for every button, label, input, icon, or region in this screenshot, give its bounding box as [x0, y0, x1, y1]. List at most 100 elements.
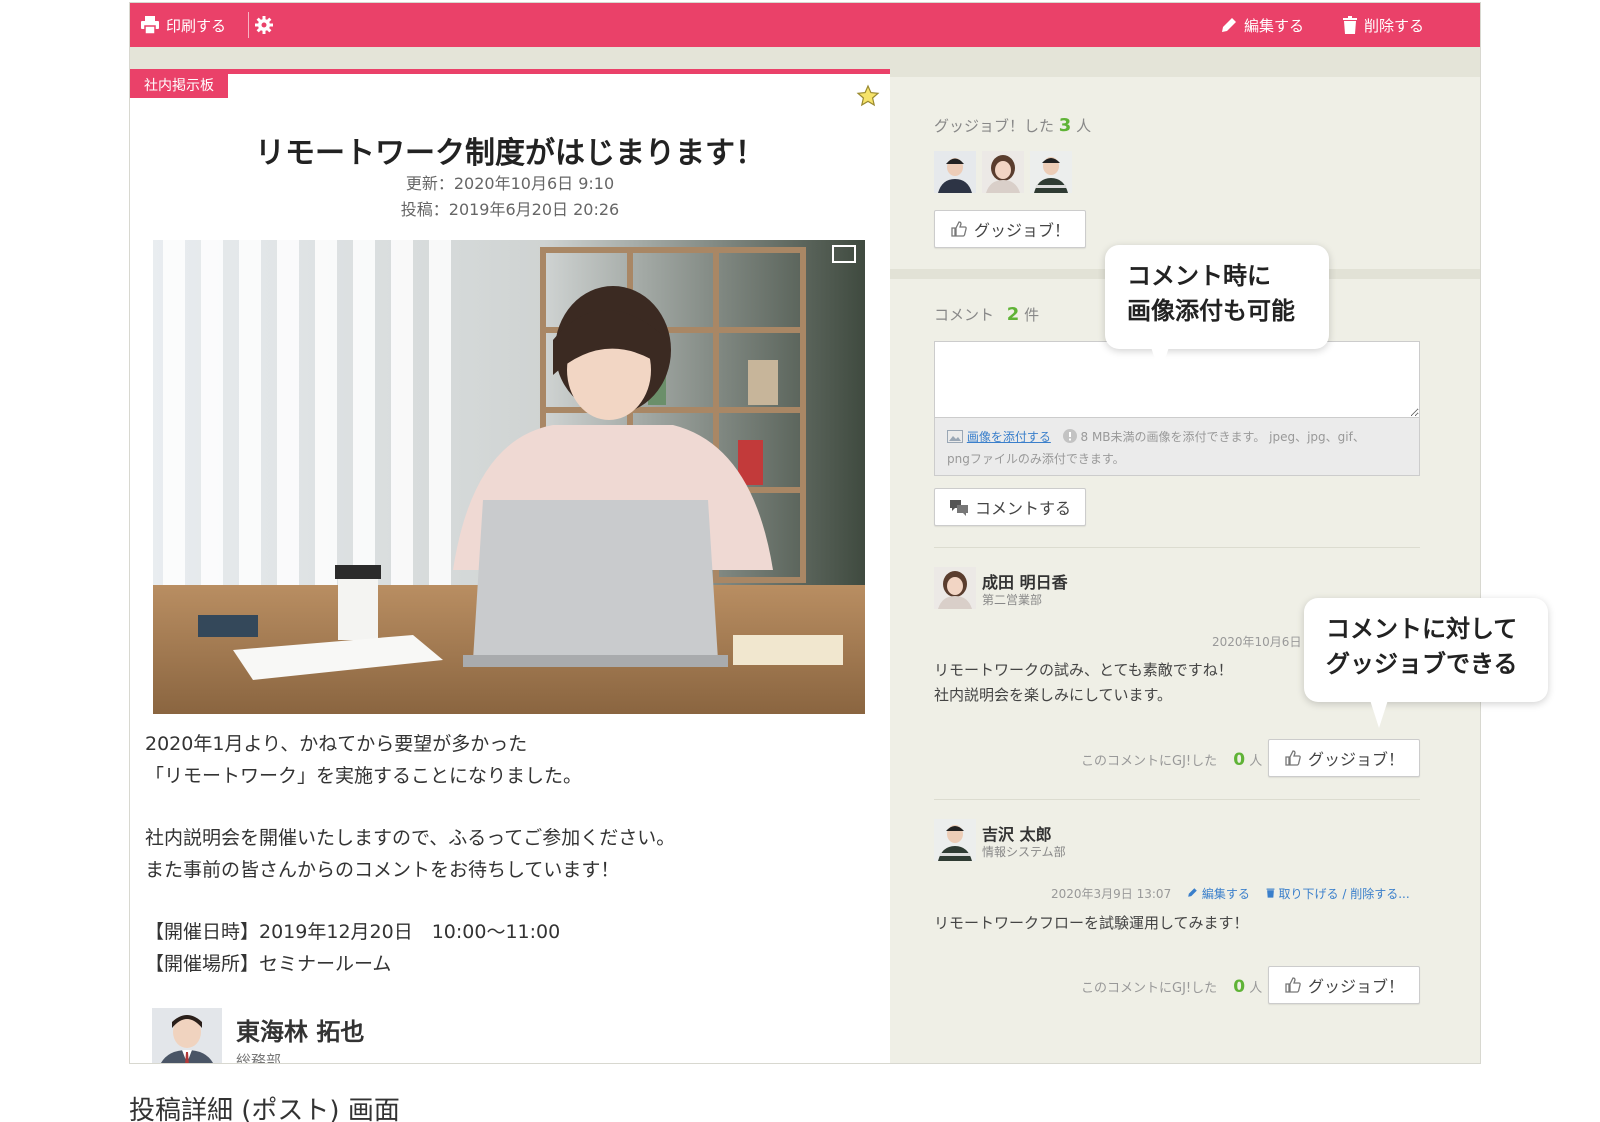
comment-goodjob-button-label: グッジョブ！	[1307, 750, 1404, 769]
callout-line: 画像添付も可能	[1127, 297, 1295, 325]
post-body-line: 【開催日時】2019年12月20日 10:00～11:00	[145, 921, 561, 943]
attach-image-link[interactable]: 画像を添付する	[967, 430, 1051, 444]
post-updated-date: 更新：2020年10月6日 9:10	[405, 174, 615, 193]
author-name[interactable]: 東海林 拓也	[236, 1012, 364, 1047]
comments-label: コメント	[934, 306, 995, 324]
goodjob-user-avatar[interactable]	[982, 151, 1024, 193]
comment-goodjob-summary: このコメントにGJ!した 0 人	[1081, 977, 1262, 997]
comment-text-line: 社内説明会を楽しみにしています。	[934, 686, 1173, 704]
goodjob-summary: グッジョブ！した 3 人	[934, 115, 1091, 136]
pencil-icon	[1188, 888, 1197, 897]
callout-tail	[1370, 700, 1388, 728]
toolbar-divider	[248, 12, 249, 38]
goodjob-unit: 人	[1076, 117, 1092, 135]
comment-divider	[934, 799, 1420, 800]
author-avatar[interactable]	[152, 1008, 222, 1063]
trash-icon	[1266, 888, 1275, 898]
post-body-line: また事前の皆さんからのコメントをお待ちしています！	[145, 859, 620, 881]
commenter-department: 情報システム部	[982, 845, 1066, 859]
comments-unit: 件	[1024, 306, 1040, 324]
info-icon	[1062, 429, 1077, 443]
image-icon	[947, 430, 963, 443]
chat-bubbles-icon	[949, 500, 968, 516]
print-button[interactable]: 印刷する	[140, 3, 226, 47]
comments-count: 2	[1006, 304, 1020, 325]
comment-edit-label: 編集する	[1201, 887, 1250, 901]
comment-date: 2020年10月6日	[1212, 635, 1302, 649]
comment-goodjob-button[interactable]: グッジョブ！	[1268, 966, 1420, 1004]
thumbs-up-icon	[1285, 977, 1301, 993]
delete-label: 削除する	[1364, 16, 1425, 35]
commenter-department: 第二営業部	[982, 593, 1043, 607]
callout-image-attach: コメント時に 画像添付も可能	[1105, 245, 1329, 375]
comment-goodjob-summary: このコメントにGJ!した 0 人	[1081, 750, 1262, 770]
post-image[interactable]	[153, 240, 865, 714]
callout-line: グッジョブできる	[1326, 650, 1518, 678]
callout-goodjob: コメントに対して グッジョブできる	[1304, 598, 1548, 728]
comment-goodjob-button-label: グッジョブ！	[1307, 977, 1404, 996]
printer-icon	[141, 16, 159, 34]
settings-button[interactable]	[254, 3, 274, 47]
comment-submit-button[interactable]: コメントする	[934, 488, 1086, 526]
category-badge: 社内掲示板	[130, 74, 228, 98]
comment-goodjob-label: このコメントにGJ!した	[1081, 754, 1218, 769]
commenter-avatar[interactable]	[934, 567, 976, 609]
comment-date: 2020年3月9日 13:07	[1051, 887, 1172, 901]
callout-tail	[1151, 347, 1169, 375]
side-panel: グッジョブ！した 3 人 グッジョブ！ コメント 2 件 画像を添付する 8 M…	[890, 47, 1480, 1063]
attach-row: 画像を添付する 8 MB未満の画像を添付できます。 jpeg、jpg、gif、 …	[935, 418, 1419, 475]
pencil-icon	[1222, 18, 1236, 32]
goodjob-label: グッジョブ！した	[934, 117, 1055, 135]
commenter-avatar[interactable]	[934, 819, 976, 861]
comment-text-line: リモートワークの試み、とても素敵ですね！	[934, 661, 1233, 679]
comment-submit-label: コメントする	[974, 499, 1071, 518]
callout-line: コメント時に	[1127, 262, 1271, 290]
post-body: 2020年1月より、かねてから要望が多かった 「リモートワーク」を実施することに…	[145, 728, 865, 980]
edit-label: 編集する	[1244, 16, 1305, 35]
post-body-line: 「リモートワーク」を実施することになりました。	[145, 765, 583, 787]
goodjob-button-label: グッジョブ！	[973, 221, 1070, 240]
comment-meta-row: 2020年3月9日 13:07 編集する 取り下げる / 削除する...	[1051, 885, 1410, 902]
top-toolbar: 印刷する 編集する 削除する	[130, 3, 1480, 47]
comment-textarea[interactable]	[935, 342, 1419, 418]
post-title: リモートワーク制度がはじまります！	[255, 136, 765, 171]
goodjob-user-avatar[interactable]	[934, 151, 976, 193]
goodjob-user-avatar[interactable]	[1030, 151, 1072, 193]
screen-caption: 投稿詳細 (ポスト) 画面	[129, 1096, 400, 1122]
commenter-name[interactable]: 成田 明日香	[982, 569, 1068, 593]
edit-button[interactable]: 編集する	[1220, 3, 1304, 47]
goodjob-button[interactable]: グッジョブ！	[934, 210, 1086, 248]
goodjob-count[interactable]: 3	[1059, 115, 1072, 136]
comment-text: リモートワークフローを試験運用してみます！	[934, 911, 1249, 936]
comment-edit-link[interactable]: 編集する	[1187, 887, 1254, 901]
comment-remove-link[interactable]: 取り下げる / 削除する...	[1266, 887, 1410, 901]
post-posted-date: 投稿：2019年6月20日 20:26	[400, 200, 620, 219]
star-icon[interactable]	[856, 84, 880, 108]
post-body-line: 2020年1月より、かねてから要望が多かった	[145, 733, 528, 755]
thumbs-up-icon	[1285, 750, 1301, 766]
comment-form: 画像を添付する 8 MB未満の画像を添付できます。 jpeg、jpg、gif、 …	[934, 341, 1420, 476]
thumbs-up-icon	[951, 221, 967, 237]
comment-goodjob-unit: 人	[1249, 754, 1263, 769]
commenter-name[interactable]: 吉沢 太郎	[982, 821, 1052, 845]
app-window: 印刷する 編集する 削除する 社内掲示板 リモートワーク制度がはじまります！ 更…	[129, 2, 1481, 1064]
comment-text-line: リモートワークフローを試験運用してみます！	[934, 914, 1249, 932]
delete-button[interactable]: 削除する	[1342, 3, 1424, 47]
comment-goodjob-count: 0	[1233, 750, 1246, 770]
post-panel: 社内掲示板 リモートワーク制度がはじまります！ 更新：2020年10月6日 9:…	[130, 69, 890, 1064]
comment-goodjob-label: このコメントにGJ!した	[1081, 981, 1218, 996]
callout-line: コメントに対して	[1326, 615, 1518, 643]
comments-summary: コメント 2 件	[934, 304, 1039, 325]
comment-goodjob-count: 0	[1233, 977, 1246, 997]
comment-text: リモートワークの試み、とても素敵ですね！ 社内説明会を楽しみにしています。	[934, 658, 1233, 708]
comment-goodjob-unit: 人	[1249, 981, 1263, 996]
author-department: 総務部	[236, 1052, 282, 1064]
comment-goodjob-button[interactable]: グッジョブ！	[1268, 739, 1420, 777]
attach-note: pngファイルのみ添付できます。	[947, 452, 1125, 466]
comment-divider	[934, 547, 1420, 548]
post-body-line: 社内説明会を開催いたしますので、ふるってご参加ください。	[145, 827, 676, 849]
post-body-line: 【開催場所】セミナールーム	[145, 953, 392, 975]
print-label: 印刷する	[166, 16, 227, 35]
gear-icon	[255, 16, 273, 34]
attach-note: 8 MB未満の画像を添付できます。 jpeg、jpg、gif、	[1080, 430, 1365, 444]
